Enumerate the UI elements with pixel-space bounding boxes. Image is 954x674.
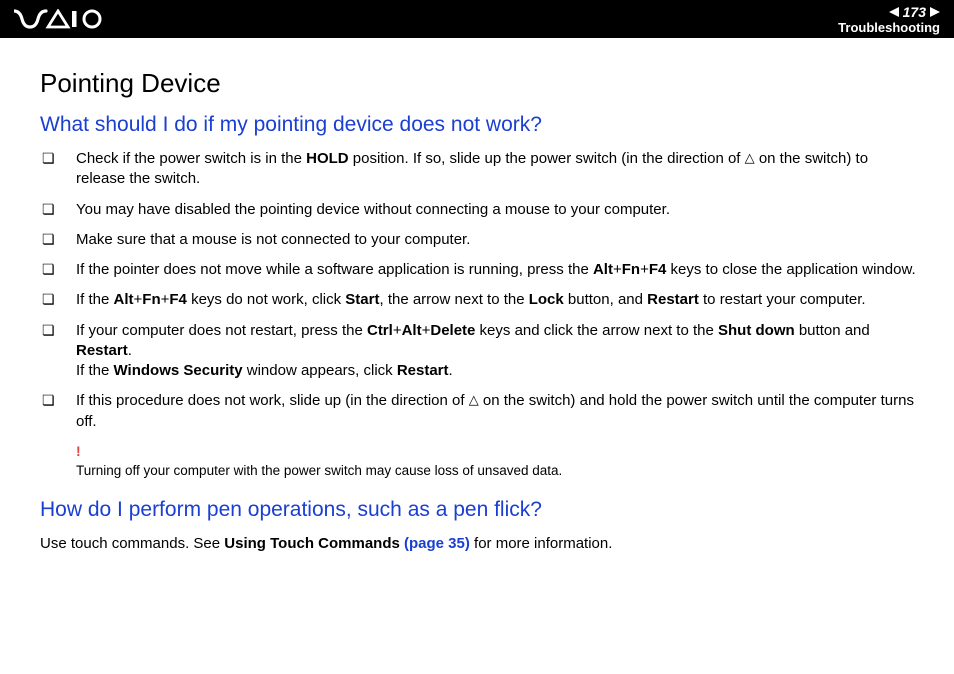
list-item: If your computer does not restart, press… xyxy=(40,321,918,382)
list-item: Check if the power switch is in the HOLD… xyxy=(40,149,918,190)
triangle-up-icon: △ xyxy=(469,392,479,407)
page-title: Pointing Device xyxy=(40,68,918,99)
next-page-arrow[interactable] xyxy=(930,7,940,17)
question-1-heading: What should I do if my pointing device d… xyxy=(40,113,918,137)
header-right: 173 Troubleshooting xyxy=(838,4,940,35)
list-item: You may have disabled the pointing devic… xyxy=(40,200,918,220)
list-item: If the pointer does not move while a sof… xyxy=(40,260,918,280)
troubleshoot-list: Check if the power switch is in the HOLD… xyxy=(40,149,918,432)
prev-page-arrow[interactable] xyxy=(889,7,899,17)
list-item: Make sure that a mouse is not connected … xyxy=(40,230,918,250)
vaio-logo xyxy=(14,9,106,29)
warning-text: Turning off your computer with the power… xyxy=(76,463,562,478)
question-2-heading: How do I perform pen operations, such as… xyxy=(40,498,918,522)
vaio-logo-svg xyxy=(14,9,106,29)
warning-note: ! Turning off your computer with the pow… xyxy=(76,442,918,480)
triangle-up-icon: △ xyxy=(745,150,755,165)
section-label: Troubleshooting xyxy=(838,20,940,35)
warning-icon: ! xyxy=(76,442,918,461)
page-number: 173 xyxy=(903,4,926,20)
page-navigation: 173 xyxy=(889,4,940,20)
list-item: If the Alt+Fn+F4 keys do not work, click… xyxy=(40,290,918,310)
question-2-answer: Use touch commands. See Using Touch Comm… xyxy=(40,534,918,554)
page-35-link[interactable]: (page 35) xyxy=(404,535,470,552)
list-item: If this procedure does not work, slide u… xyxy=(40,391,918,432)
page-content: Pointing Device What should I do if my p… xyxy=(0,38,954,554)
header-bar: 173 Troubleshooting xyxy=(0,0,954,38)
